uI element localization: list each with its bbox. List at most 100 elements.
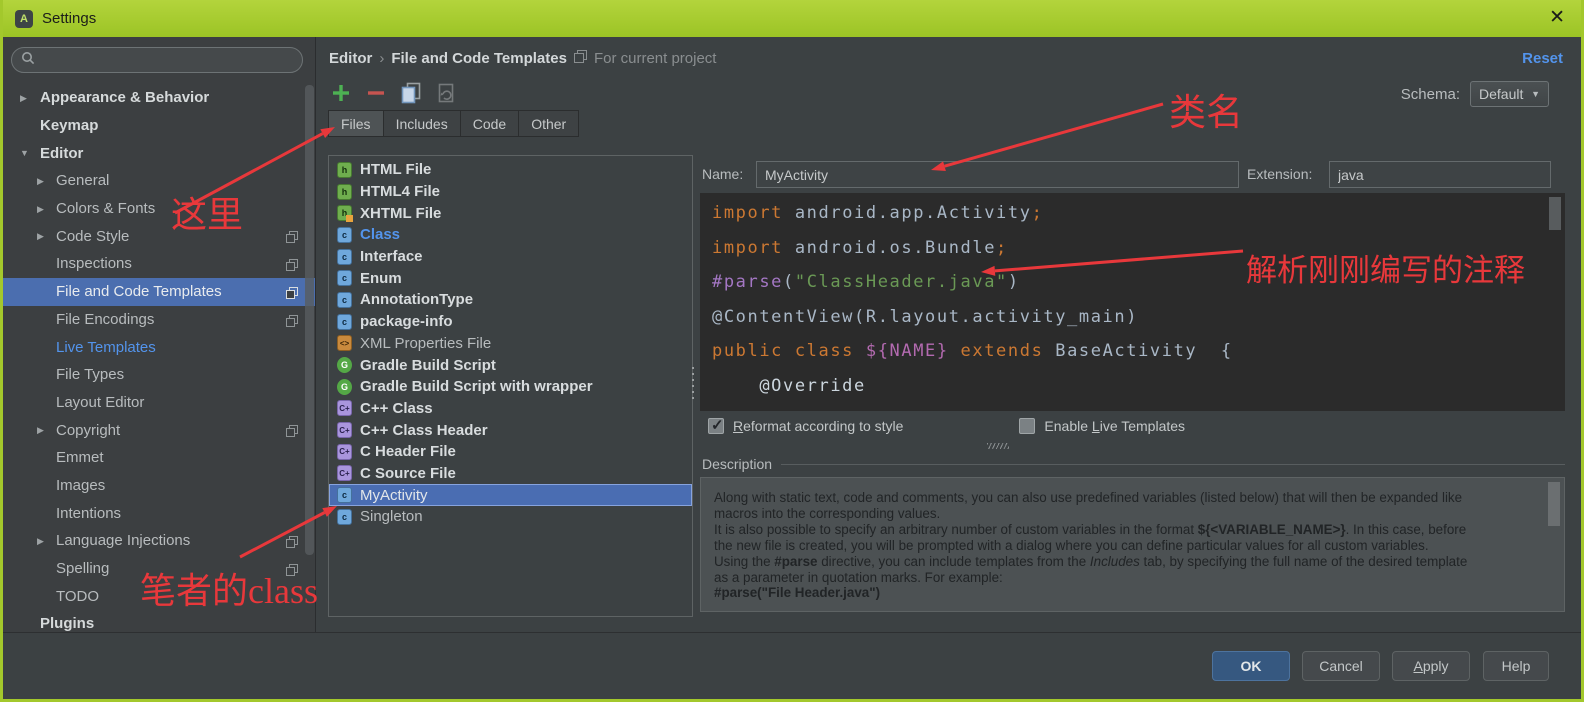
sidebar-item-layout-editor[interactable]: Layout Editor bbox=[3, 389, 315, 417]
description-scrollbar[interactable] bbox=[1548, 482, 1560, 526]
sidebar-item-file-types[interactable]: File Types bbox=[3, 361, 315, 389]
tab-includes[interactable]: Includes bbox=[383, 110, 461, 137]
sidebar-item-live-templates[interactable]: Live Templates bbox=[3, 333, 315, 361]
sidebar-item-label: Appearance & Behavior bbox=[40, 89, 210, 107]
sidebar-item-spelling[interactable]: Spelling bbox=[3, 555, 315, 583]
sidebar-item-appearance-behavior[interactable]: ▶ Appearance & Behavior bbox=[3, 84, 315, 112]
chevron-right-icon[interactable]: ▶ bbox=[37, 176, 44, 187]
file-template-row-c-class-header[interactable]: C+ C++ Class Header bbox=[329, 419, 692, 441]
file-template-row-interface[interactable]: c Interface bbox=[329, 246, 692, 268]
sidebar-item-images[interactable]: Images bbox=[3, 472, 315, 500]
sidebar-item-todo[interactable]: TODO bbox=[3, 582, 315, 610]
remove-template-button[interactable] bbox=[365, 82, 387, 104]
editor-scrollbar[interactable] bbox=[1549, 197, 1561, 230]
sidebar-item-intentions[interactable]: Intentions bbox=[3, 499, 315, 527]
description-line: It is also possible to specify an arbitr… bbox=[714, 521, 1467, 537]
splitter-handle[interactable] bbox=[691, 367, 695, 399]
sidebar-item-keymap[interactable]: Keymap bbox=[3, 112, 315, 140]
file-template-row-xhtml-file[interactable]: h XHTML File bbox=[329, 202, 692, 224]
java-file-icon: c bbox=[337, 291, 352, 308]
sidebar-item-label: General bbox=[56, 172, 110, 190]
search-input[interactable] bbox=[42, 52, 272, 68]
file-template-row-myactivity[interactable]: c MyActivity bbox=[329, 484, 692, 506]
sidebar-item-label: Emmet bbox=[56, 449, 104, 467]
settings-main-panel: Editor › File and Code Templates For cur… bbox=[319, 37, 1581, 632]
sidebar-item-label: Intentions bbox=[56, 504, 122, 522]
sidebar-item-file-and-code-templates[interactable]: File and Code Templates bbox=[3, 277, 315, 306]
file-template-row-c-class[interactable]: C+ C++ Class bbox=[329, 398, 692, 420]
file-template-row-annotationtype[interactable]: c AnnotationType bbox=[329, 289, 692, 311]
template-name-input[interactable] bbox=[756, 161, 1239, 188]
cancel-button[interactable]: Cancel bbox=[1302, 651, 1380, 681]
file-template-row-gradle-build-script-with-wrapper[interactable]: G Gradle Build Script with wrapper bbox=[329, 376, 692, 398]
file-template-row-xml-properties-file[interactable]: <> XML Properties File bbox=[329, 333, 692, 355]
template-code-editor[interactable]: import android.app.Activity; import andro… bbox=[700, 193, 1565, 411]
description-line: #parse("File Header.java") bbox=[714, 585, 881, 601]
file-template-row-package-info[interactable]: c package-info bbox=[329, 311, 692, 333]
sidebar-item-inspections[interactable]: Inspections bbox=[3, 250, 315, 278]
file-template-row-enum[interactable]: c Enum bbox=[329, 267, 692, 289]
close-icon[interactable]: ✕ bbox=[1549, 7, 1565, 29]
help-button[interactable]: Help bbox=[1483, 651, 1549, 681]
checkbox-reformat-according-to-style[interactable]: ✓ Reformat according to style bbox=[708, 417, 903, 434]
ok-button[interactable]: OK bbox=[1212, 651, 1290, 681]
copy-settings-icon bbox=[286, 230, 298, 248]
schema-dropdown[interactable]: Default ▼ bbox=[1470, 81, 1549, 107]
file-template-label: Singleton bbox=[360, 508, 423, 526]
sidebar-item-general[interactable]: ▶ General bbox=[3, 167, 315, 195]
chevron-right-icon[interactable]: ▶ bbox=[37, 425, 44, 436]
chevron-right-icon[interactable]: ▶ bbox=[37, 204, 44, 215]
file-template-row-html-file[interactable]: h HTML File bbox=[329, 159, 692, 181]
sidebar-item-file-encodings[interactable]: File Encodings bbox=[3, 306, 315, 334]
chevron-right-icon[interactable]: ▶ bbox=[20, 93, 27, 104]
code-line: ( ) { bbox=[712, 404, 1565, 412]
file-template-label: XML Properties File bbox=[360, 334, 492, 352]
template-extension-input[interactable] bbox=[1329, 161, 1551, 188]
description-line: macros into the corresponding values. bbox=[714, 505, 941, 521]
checkbox-unchecked-icon[interactable] bbox=[1019, 418, 1036, 434]
checkbox-enable-live-templates[interactable]: Enable Live Templates bbox=[1019, 418, 1185, 434]
sidebar-item-editor[interactable]: ▼ Editor bbox=[3, 139, 315, 167]
checkbox-checked-icon[interactable]: ✓ bbox=[708, 417, 724, 434]
description-panel: Along with static text, code and comment… bbox=[700, 477, 1565, 612]
sidebar-item-label: Layout Editor bbox=[56, 393, 145, 411]
copy-template-button[interactable] bbox=[400, 82, 422, 104]
chevron-right-icon[interactable]: ▶ bbox=[37, 231, 44, 242]
schema-label: Schema: bbox=[1400, 86, 1460, 103]
copy-settings-icon bbox=[286, 314, 298, 332]
sidebar-item-language-injections[interactable]: ▶ Language Injections bbox=[3, 527, 315, 555]
java-file-icon: c bbox=[337, 487, 352, 504]
sidebar-item-colors-fonts[interactable]: ▶ Colors & Fonts bbox=[3, 195, 315, 223]
chevron-down-icon[interactable]: ▼ bbox=[20, 148, 29, 158]
reset-link[interactable]: Reset bbox=[1522, 50, 1563, 67]
html-file-icon: h bbox=[337, 161, 352, 178]
reset-to-default-button[interactable] bbox=[435, 82, 457, 104]
tab-code[interactable]: Code bbox=[460, 110, 520, 137]
sidebar-item-plugins[interactable]: Plugins bbox=[3, 610, 315, 632]
description-label: Description bbox=[702, 456, 773, 472]
sidebar-scrollbar[interactable] bbox=[305, 85, 314, 555]
code-lines: import android.app.Activity; import andro… bbox=[712, 196, 1565, 411]
file-template-label: Enum bbox=[360, 269, 402, 287]
add-template-button[interactable] bbox=[330, 82, 352, 104]
options-row: ✓ Reformat according to style Enable Live … bbox=[708, 417, 1185, 434]
sidebar-item-copyright[interactable]: ▶ Copyright bbox=[3, 416, 315, 444]
vertical-splitter-handle[interactable] bbox=[987, 443, 1009, 449]
chevron-down-icon: ▼ bbox=[1531, 89, 1540, 99]
tab-files[interactable]: Files bbox=[328, 110, 384, 137]
tab-other[interactable]: Other bbox=[519, 110, 580, 137]
file-template-label: Interface bbox=[360, 248, 423, 266]
sidebar-item-code-style[interactable]: ▶ Code Style bbox=[3, 222, 315, 250]
settings-search-box[interactable] bbox=[11, 47, 303, 73]
copy-settings-icon bbox=[286, 563, 298, 581]
apply-button[interactable]: Apply bbox=[1392, 651, 1470, 681]
file-template-row-c-source-file[interactable]: C+ C Source File bbox=[329, 463, 692, 485]
file-template-row-html4-file[interactable]: h HTML4 File bbox=[329, 181, 692, 203]
file-template-row-c-header-file[interactable]: C+ C Header File bbox=[329, 441, 692, 463]
file-template-row-singleton[interactable]: c Singleton bbox=[329, 506, 692, 528]
file-template-row-gradle-build-script[interactable]: G Gradle Build Script bbox=[329, 354, 692, 376]
file-template-row-class[interactable]: c Class bbox=[329, 224, 692, 246]
file-template-label: MyActivity bbox=[360, 486, 428, 504]
sidebar-item-emmet[interactable]: Emmet bbox=[3, 444, 315, 472]
chevron-right-icon[interactable]: ▶ bbox=[37, 536, 44, 547]
